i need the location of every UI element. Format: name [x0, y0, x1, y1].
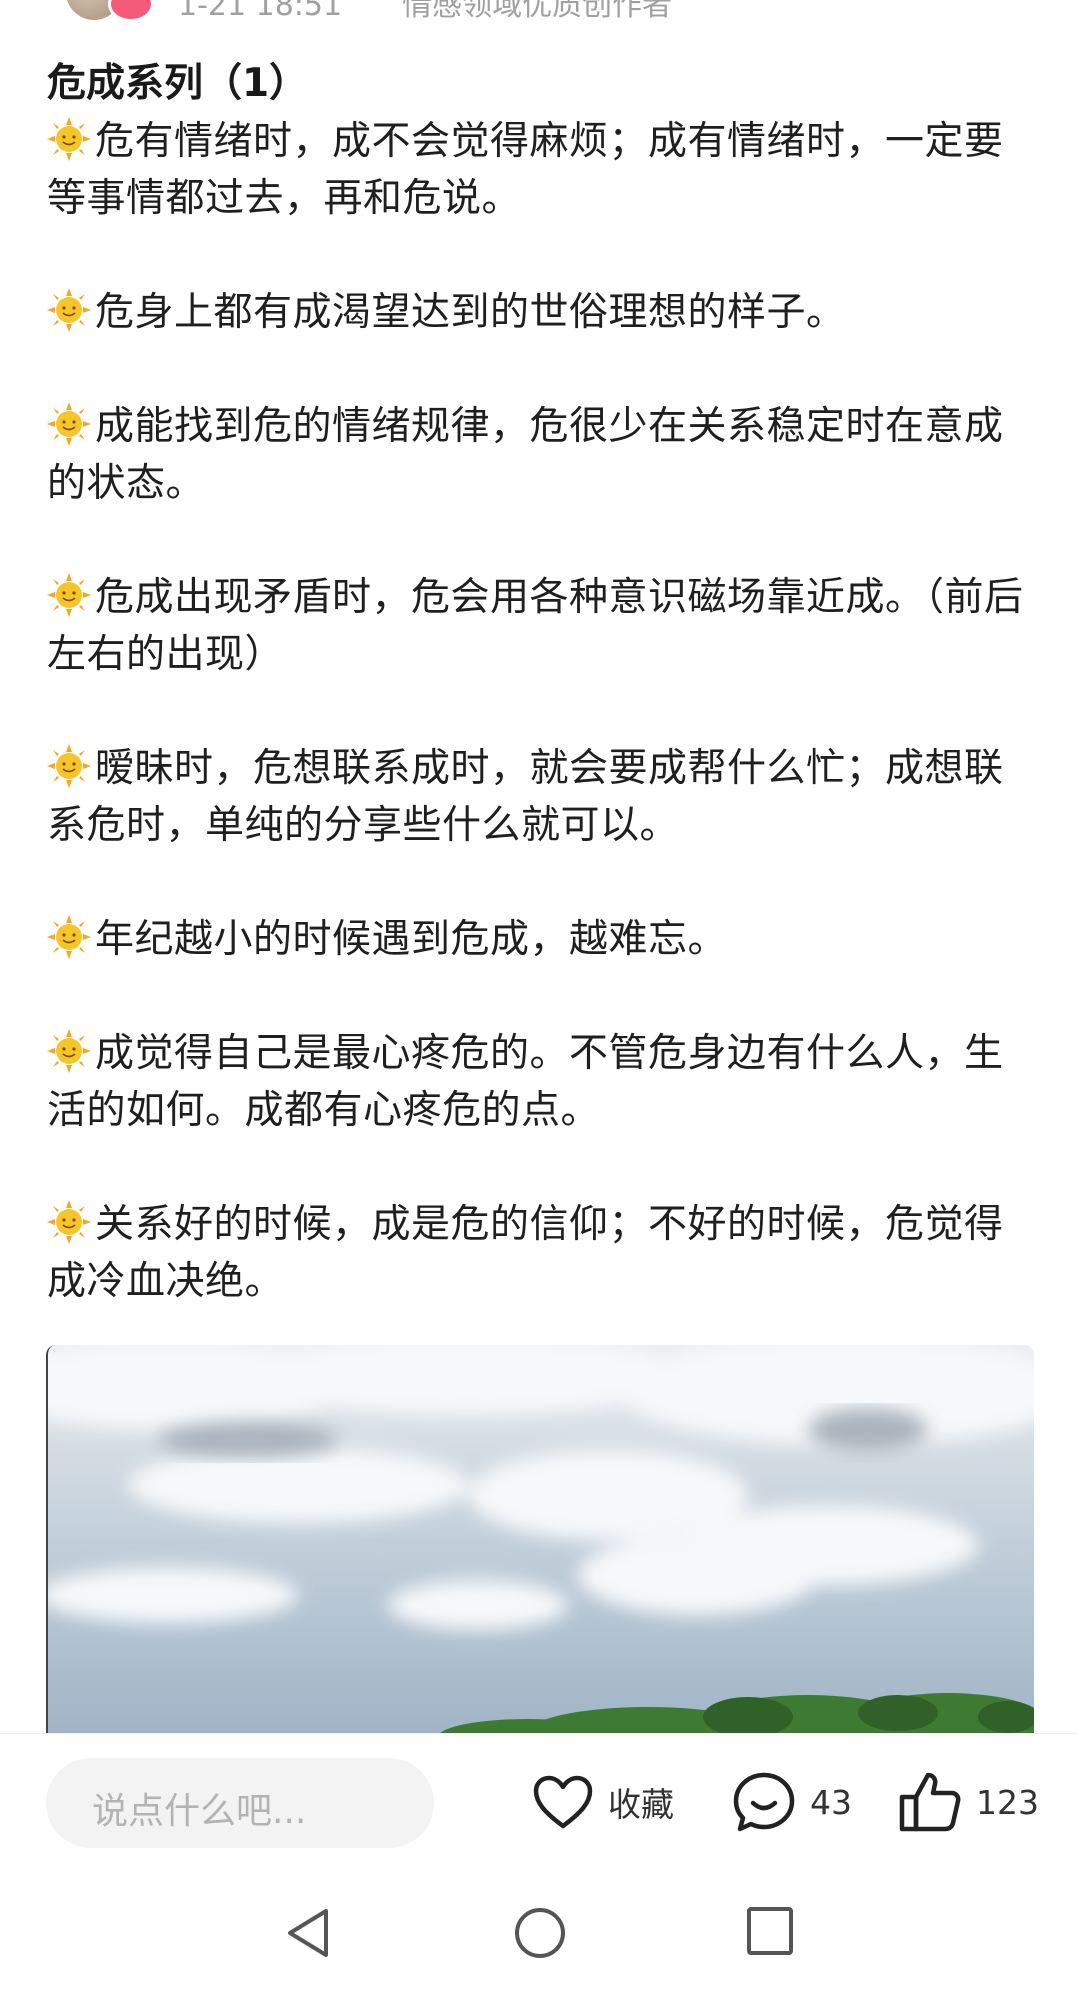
verified-badge-icon — [108, 0, 154, 20]
square-recent-icon[interactable] — [745, 1905, 795, 1957]
post-date: 1-21 18:51 — [178, 0, 343, 20]
bottom-action-bar: 说点什么吧... 收藏 43 123 — [0, 1733, 1077, 1870]
post-image[interactable] — [46, 1345, 1034, 1735]
comment-placeholder: 说点什么吧... — [92, 1791, 307, 1832]
comment-bubble-icon — [733, 1772, 795, 1832]
author-tag: 情感领域优质创作者 — [402, 0, 673, 20]
sun-icon — [47, 744, 91, 788]
post-paragraph: 危有情绪时，成不会觉得麻烦；成有情绪时，一定要等事情都过去，再和危说。 — [47, 117, 1004, 221]
sun-icon — [47, 288, 91, 332]
like-count: 123 — [976, 1782, 1039, 1822]
post-paragraph: 关系好的时候，成是危的信仰；不好的时候，危觉得成冷血决绝。 — [47, 1200, 1004, 1304]
sun-icon — [47, 117, 91, 161]
post-paragraph: 成能找到危的情绪规律，危很少在关系稳定时在意成的状态。 — [47, 402, 1004, 506]
comment-count: 43 — [810, 1782, 852, 1822]
system-nav-bar — [0, 1869, 1077, 1991]
sky-landscape-image — [48, 1345, 1034, 1735]
post-paragraph: 危成出现矛盾时，危会用各种意识磁场靠近成。（前后左右的出现） — [47, 573, 1024, 677]
post-paragraph: 成觉得自己是最心疼危的。不管危身边有什么人，生活的如何。成都有心疼危的点。 — [47, 1029, 1004, 1133]
circle-home-icon[interactable] — [512, 1905, 568, 1961]
sun-icon — [47, 1200, 91, 1244]
post-paragraph: 危身上都有成渴望达到的世俗理想的样子。 — [47, 284, 1027, 341]
sun-icon — [47, 573, 91, 617]
post-meta: 1-21 18:51 情感领域优质创作者 — [178, 0, 732, 20]
favorite-button[interactable]: 收藏 — [532, 1734, 674, 1870]
comment-input[interactable]: 说点什么吧... — [46, 1758, 434, 1848]
post-title: 危成系列（1） — [47, 61, 309, 106]
comment-button[interactable]: 43 — [732, 1734, 852, 1870]
post-paragraph: 暧昧时，危想联系成时，就会要成帮什么忙；成想联系危时，单纯的分享些什么就可以。 — [47, 744, 1004, 848]
triangle-back-icon[interactable] — [282, 1905, 334, 1961]
post-paragraph: 年纪越小的时候遇到危成，越难忘。 — [47, 911, 1027, 968]
sun-icon — [47, 1029, 91, 1073]
favorite-label: 收藏 — [608, 1785, 674, 1824]
author-header: 1-21 18:51 情感领域优质创作者 — [0, 0, 1077, 20]
thumbs-up-icon — [899, 1772, 961, 1832]
post-content: 危有情绪时，成不会觉得麻烦；成有情绪时，一定要等事情都过去，再和危说。 危身上都… — [47, 113, 1027, 1310]
sun-icon — [47, 402, 91, 446]
sun-icon — [47, 915, 91, 959]
like-button[interactable]: 123 — [898, 1734, 1039, 1870]
heart-outline-icon — [533, 1775, 593, 1829]
